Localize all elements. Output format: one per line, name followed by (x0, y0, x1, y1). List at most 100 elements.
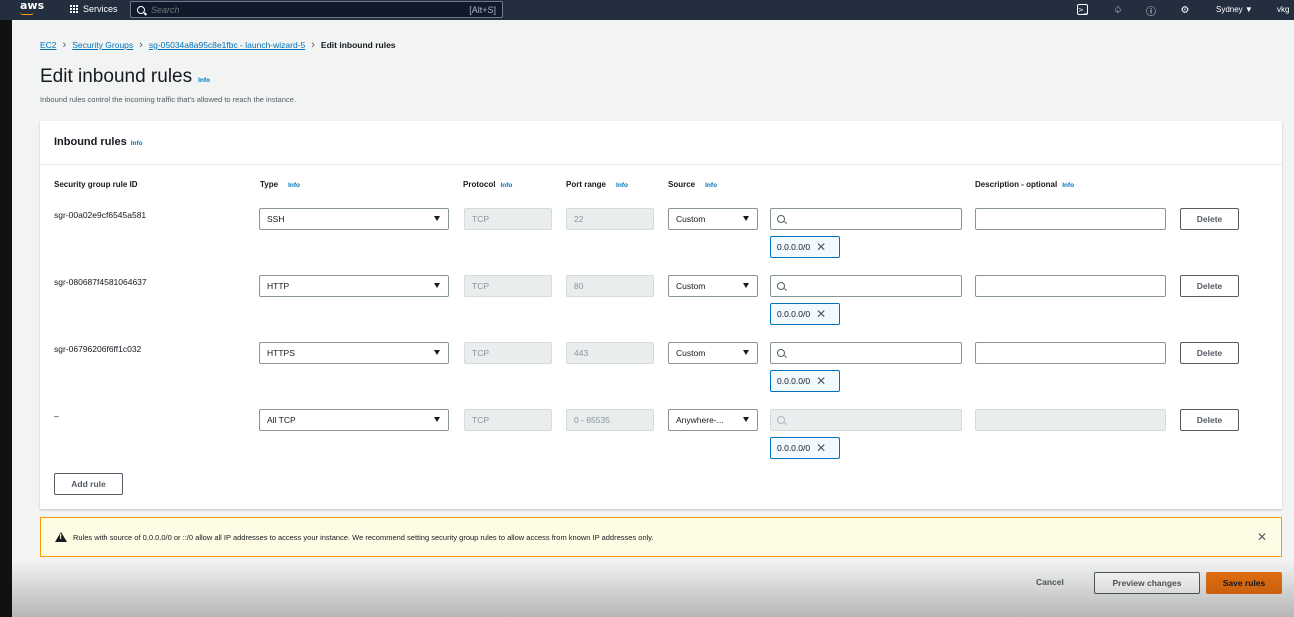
source-value: Anywhere-... (676, 415, 724, 425)
breadcrumb-ec2[interactable]: EC2 (40, 40, 57, 50)
port-range-field: 22 (566, 208, 654, 230)
search-icon (777, 416, 785, 424)
col-port-info[interactable]: Info (616, 182, 628, 189)
col-protocol-info[interactable]: Info (500, 182, 512, 189)
services-menu[interactable]: Services (70, 4, 118, 14)
page-title-row: Edit inbound rules Info (40, 66, 210, 88)
col-type: Type Info (260, 180, 300, 189)
search-icon (777, 215, 785, 223)
rule-id: sgr-080687f4581064637 (54, 277, 147, 287)
warning-icon (55, 532, 67, 542)
col-description: Description - optional Info (975, 180, 1074, 189)
chevron-right-icon: › (139, 39, 143, 51)
col-source-label: Source (668, 180, 696, 189)
caret-down-icon (743, 350, 749, 355)
panel-title: Inbound rules (54, 136, 127, 148)
search-input[interactable] (151, 4, 470, 15)
description-input[interactable] (975, 342, 1166, 364)
caret-down-icon (743, 216, 749, 221)
search-icon (777, 282, 785, 290)
col-port-range: Port range Info (566, 180, 628, 189)
preview-changes-button[interactable]: Preview changes (1094, 572, 1200, 594)
gear-icon[interactable]: ⚙ (1178, 3, 1192, 17)
description-input[interactable] (975, 275, 1166, 297)
source-value: Custom (676, 348, 706, 358)
col-type-info[interactable]: Info (288, 182, 300, 189)
col-port-label: Port range (566, 180, 607, 189)
type-select[interactable]: All TCP (259, 409, 449, 431)
col-protocol: Protocol Info (463, 180, 512, 189)
region-selector[interactable]: Sydney ▼ (1216, 5, 1253, 14)
col-source-info[interactable]: Info (705, 182, 717, 189)
source-value: Custom (676, 214, 706, 224)
protocol-field: TCP (464, 342, 552, 364)
caret-down-icon (434, 417, 440, 422)
col-description-label: Description - optional (975, 180, 1058, 189)
account-menu[interactable]: vkg (1277, 5, 1289, 14)
rule-id: sgr-00a02e9cf6545a581 (54, 210, 147, 220)
source-select[interactable]: Custom (668, 342, 758, 364)
col-type-label: Type (260, 180, 279, 189)
description-input[interactable] (975, 409, 1166, 431)
rule-id: – (54, 411, 59, 421)
rule-id: sgr-06796206f6ff1c032 (54, 344, 142, 354)
services-label: Services (83, 4, 118, 14)
cidr-search-input[interactable] (770, 208, 962, 230)
cidr-search-input[interactable] (770, 275, 962, 297)
bell-icon[interactable]: ♤ (1111, 3, 1125, 17)
page-info-link[interactable]: Info (198, 77, 210, 84)
cloudshell-icon[interactable]: >_ (1077, 4, 1088, 15)
cancel-button[interactable]: Cancel (1036, 577, 1064, 587)
delete-button[interactable]: Delete (1180, 275, 1239, 297)
panel-header: Inbound rules Info (40, 121, 1282, 165)
page-title: Edit inbound rules (40, 66, 193, 87)
caret-down-icon (743, 417, 749, 422)
type-select[interactable]: HTTPS (259, 342, 449, 364)
left-edge (0, 0, 12, 617)
col-source: Source Info (668, 180, 717, 189)
source-select[interactable]: Anywhere-... (668, 409, 758, 431)
top-navigation: aws Services [Alt+S] >_ ♤ ⓘ ⚙ Sydney ▼ v… (0, 0, 1294, 20)
cidr-search-input[interactable] (770, 409, 962, 431)
search-icon (137, 5, 145, 14)
cidr-search-input[interactable] (770, 342, 962, 364)
cidr-token-label: 0.0.0.0/0 (777, 443, 811, 453)
aws-logo[interactable]: aws (20, 0, 45, 15)
close-icon[interactable]: ✕ (1257, 530, 1267, 544)
chevron-right-icon: › (311, 39, 315, 51)
aws-logo-text: aws (20, 0, 45, 12)
caret-down-icon (434, 216, 440, 221)
col-protocol-label: Protocol (463, 180, 496, 189)
help-icon[interactable]: ⓘ (1144, 3, 1158, 18)
cidr-token-label: 0.0.0.0/0 (777, 309, 811, 319)
grid-icon (70, 5, 78, 13)
description-input[interactable] (975, 208, 1166, 230)
search-shortcut: [Alt+S] (469, 4, 496, 15)
save-rules-button[interactable]: Save rules (1206, 572, 1282, 594)
source-select[interactable]: Custom (668, 208, 758, 230)
warning-text: Rules with source of 0.0.0.0/0 or ::/0 a… (73, 532, 654, 542)
caret-down-icon (743, 283, 749, 288)
delete-button[interactable]: Delete (1180, 342, 1239, 364)
close-icon[interactable]: ✕ (816, 307, 826, 321)
protocol-field: TCP (464, 409, 552, 431)
page-subtitle: Inbound rules control the incoming traff… (40, 95, 297, 104)
delete-button[interactable]: Delete (1180, 208, 1239, 230)
panel-info-link[interactable]: Info (131, 140, 143, 147)
cidr-token-label: 0.0.0.0/0 (777, 376, 811, 386)
add-rule-button[interactable]: Add rule (54, 473, 123, 495)
close-icon[interactable]: ✕ (816, 374, 826, 388)
delete-button[interactable]: Delete (1180, 409, 1239, 431)
col-rule-id: Security group rule ID (54, 180, 138, 189)
breadcrumb-security-groups[interactable]: Security Groups (72, 40, 133, 50)
type-select[interactable]: SSH (259, 208, 449, 230)
type-select[interactable]: HTTP (259, 275, 449, 297)
col-description-info[interactable]: Info (1062, 182, 1074, 189)
protocol-field: TCP (464, 208, 552, 230)
port-range-field: 0 - 65535 (566, 409, 654, 431)
close-icon[interactable]: ✕ (816, 240, 826, 254)
close-icon[interactable]: ✕ (816, 441, 826, 455)
source-select[interactable]: Custom (668, 275, 758, 297)
global-search[interactable]: [Alt+S] (130, 1, 503, 18)
breadcrumb-security-group[interactable]: sg-05034a8a95c8e1fbc - launch-wizard-5 (149, 40, 305, 50)
